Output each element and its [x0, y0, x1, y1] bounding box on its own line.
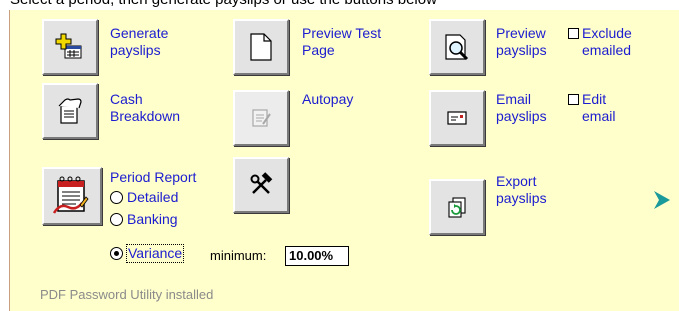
- minimum-input[interactable]: 10.00%: [285, 246, 349, 266]
- radio-banking-label[interactable]: Banking: [127, 211, 178, 228]
- minimum-label: minimum:: [210, 248, 267, 263]
- preview-payslips-label[interactable]: Preview payslips: [496, 25, 547, 59]
- preview-test-page-button[interactable]: [233, 19, 289, 75]
- autopay-button[interactable]: [233, 90, 289, 146]
- arrow-right-icon: [654, 191, 670, 209]
- radio-detailed[interactable]: Detailed: [110, 189, 178, 206]
- hand-document-icon: [58, 98, 82, 124]
- notepad-disabled-icon: [252, 109, 271, 127]
- export-payslips-label[interactable]: Export payslips: [496, 173, 547, 207]
- autopay-label[interactable]: Autopay: [302, 91, 353, 108]
- radio-banking-dot[interactable]: [110, 213, 123, 226]
- next-arrow-button[interactable]: [652, 189, 672, 216]
- export-refresh-icon: [448, 197, 466, 218]
- preview-test-page-label[interactable]: Preview Test Page: [302, 25, 381, 59]
- radio-detailed-dot[interactable]: [110, 191, 123, 204]
- status-text: PDF Password Utility installed: [40, 287, 214, 302]
- clipped-header-text: Select a period, then generate payslips …: [10, 0, 437, 8]
- export-payslips-button[interactable]: [429, 179, 485, 235]
- generate-payslips-button[interactable]: [42, 19, 98, 75]
- envelope-icon: [447, 111, 467, 125]
- radio-variance-label[interactable]: Variance: [125, 244, 185, 263]
- edit-email-label[interactable]: Edit email: [582, 91, 615, 125]
- radio-variance[interactable]: Variance: [110, 244, 185, 263]
- email-payslips-button[interactable]: [429, 90, 485, 146]
- clipped-header: Select a period, then generate payslips …: [0, 0, 679, 10]
- blank-page-icon: [250, 33, 272, 61]
- generate-payslips-label[interactable]: Generate payslips: [110, 25, 168, 59]
- cash-breakdown-label[interactable]: Cash Breakdown: [110, 91, 180, 125]
- preview-payslips-button[interactable]: [429, 19, 485, 75]
- add-payslip-icon: [55, 33, 82, 59]
- hammer-wrench-icon: [250, 172, 273, 194]
- cash-breakdown-button[interactable]: [42, 83, 98, 139]
- radio-banking[interactable]: Banking: [110, 211, 178, 228]
- tools-button[interactable]: [233, 157, 289, 213]
- radio-variance-dot[interactable]: [110, 247, 123, 260]
- edit-email-box[interactable]: [568, 94, 579, 105]
- edit-email-checkbox[interactable]: Edit email: [568, 91, 615, 125]
- period-report-label[interactable]: Period Report: [110, 169, 196, 186]
- radio-detailed-label[interactable]: Detailed: [127, 189, 178, 206]
- email-payslips-label[interactable]: Email payslips: [496, 91, 547, 125]
- exclude-emailed-checkbox[interactable]: Exclude emailed: [568, 25, 632, 59]
- exclude-emailed-label[interactable]: Exclude emailed: [582, 25, 632, 59]
- period-report-button[interactable]: [42, 167, 102, 225]
- exclude-emailed-box[interactable]: [568, 28, 579, 39]
- calendar-report-icon: [52, 176, 89, 214]
- magnifier-page-icon: [445, 34, 469, 61]
